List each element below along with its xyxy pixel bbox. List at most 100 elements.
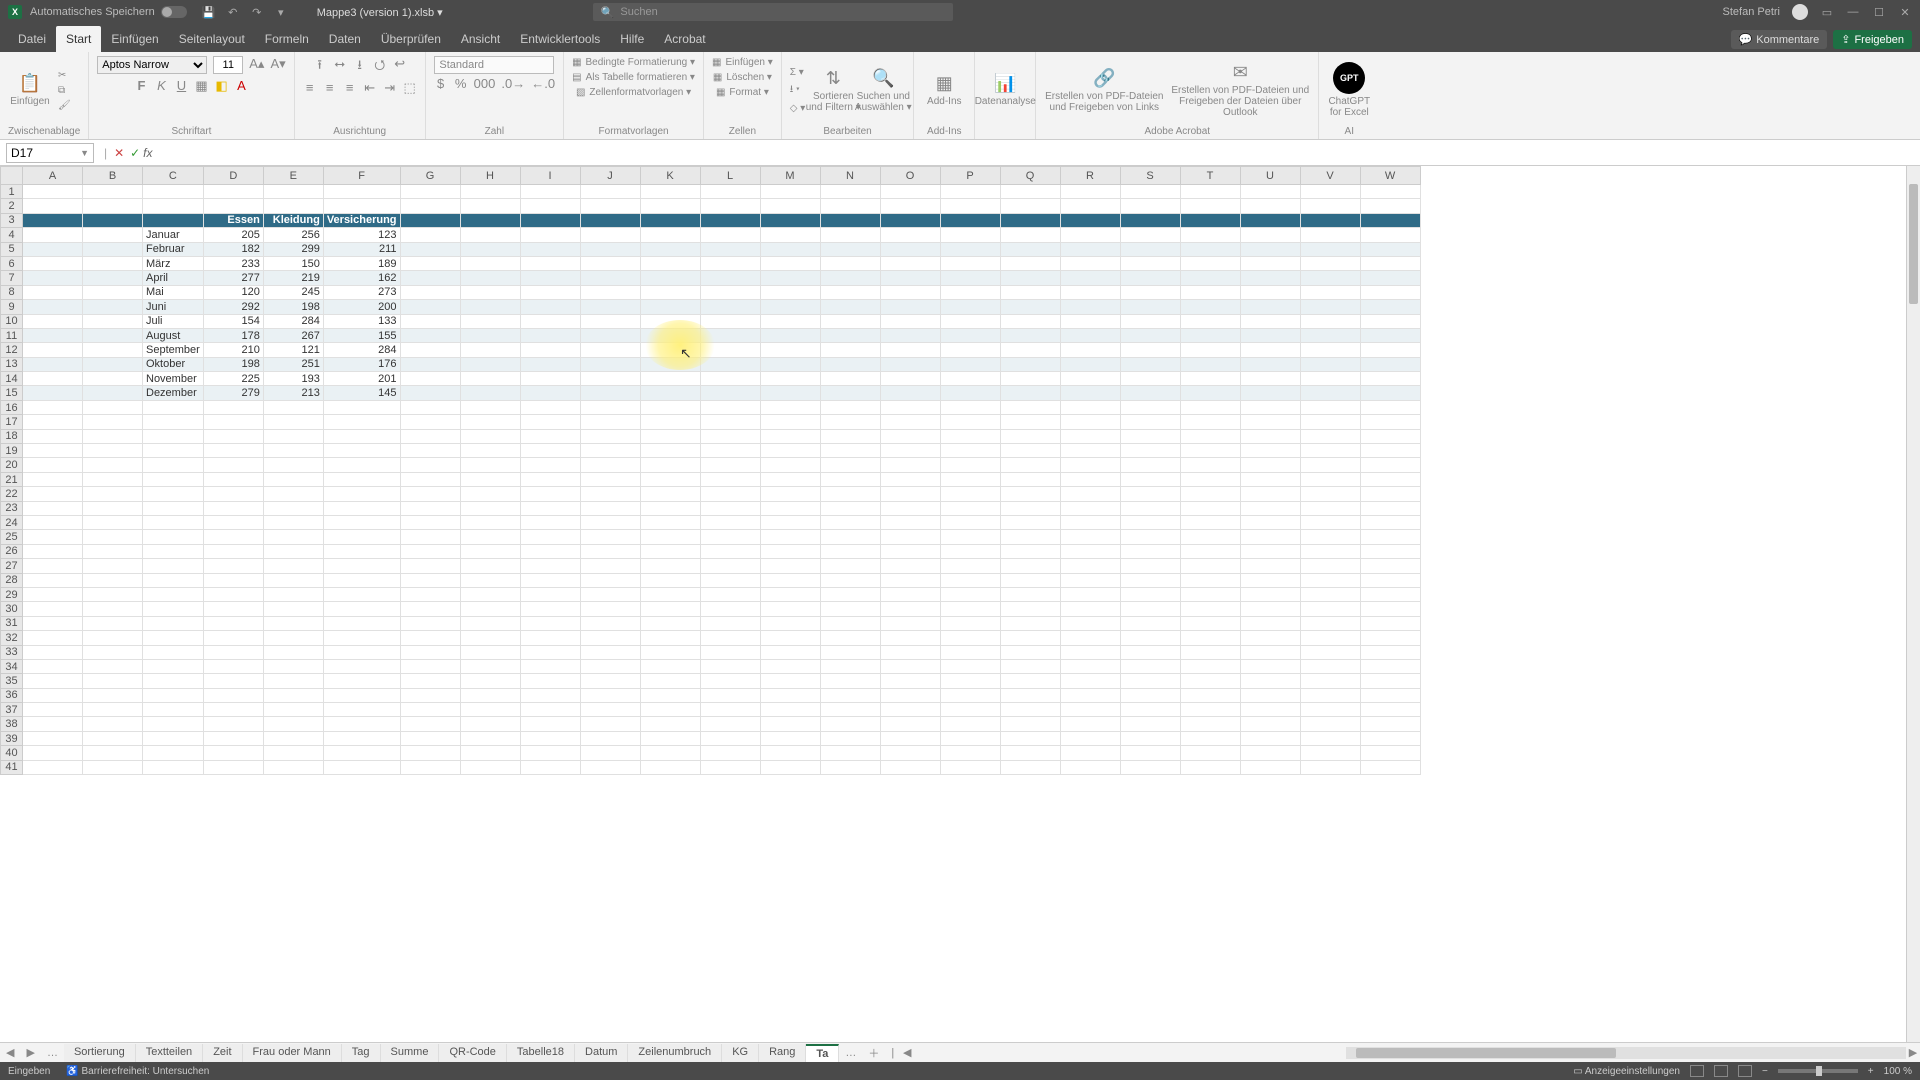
cell[interactable] bbox=[760, 271, 820, 285]
cell[interactable]: 178 bbox=[203, 328, 263, 342]
cell[interactable] bbox=[323, 415, 400, 429]
cell[interactable] bbox=[143, 472, 204, 486]
cell[interactable] bbox=[520, 199, 580, 213]
cell[interactable]: Mai bbox=[143, 285, 204, 299]
column-header[interactable]: S bbox=[1120, 167, 1180, 185]
cell[interactable] bbox=[760, 213, 820, 227]
cell[interactable] bbox=[1240, 199, 1300, 213]
cell[interactable] bbox=[640, 400, 700, 414]
cell[interactable] bbox=[23, 400, 83, 414]
cell[interactable] bbox=[143, 487, 204, 501]
column-header[interactable]: J bbox=[580, 167, 640, 185]
cell[interactable]: August bbox=[143, 328, 204, 342]
cell[interactable] bbox=[203, 544, 263, 558]
cell[interactable] bbox=[940, 674, 1000, 688]
cell[interactable] bbox=[760, 300, 820, 314]
cell[interactable] bbox=[1060, 415, 1120, 429]
cell[interactable] bbox=[1000, 645, 1060, 659]
cell[interactable] bbox=[1060, 357, 1120, 371]
cell[interactable]: Essen bbox=[203, 213, 263, 227]
cell[interactable] bbox=[1300, 573, 1360, 587]
cell[interactable] bbox=[1120, 674, 1180, 688]
cell[interactable] bbox=[820, 559, 880, 573]
cell[interactable] bbox=[323, 688, 400, 702]
cell[interactable] bbox=[1000, 501, 1060, 515]
cell[interactable] bbox=[400, 472, 460, 486]
cell[interactable]: Oktober bbox=[143, 357, 204, 371]
cell[interactable] bbox=[1060, 314, 1120, 328]
cell[interactable] bbox=[263, 760, 323, 774]
comments-button[interactable]: 💬 Kommentare bbox=[1731, 30, 1828, 49]
cell[interactable] bbox=[1120, 559, 1180, 573]
cell[interactable] bbox=[820, 372, 880, 386]
cell[interactable] bbox=[1000, 458, 1060, 472]
cell[interactable] bbox=[1120, 472, 1180, 486]
cell[interactable] bbox=[1300, 328, 1360, 342]
cell[interactable] bbox=[400, 501, 460, 515]
cell[interactable] bbox=[400, 271, 460, 285]
cell[interactable]: 277 bbox=[203, 271, 263, 285]
cell[interactable] bbox=[520, 343, 580, 357]
cell[interactable] bbox=[460, 415, 520, 429]
cell[interactable] bbox=[1000, 530, 1060, 544]
cell[interactable] bbox=[1180, 271, 1240, 285]
cell[interactable] bbox=[1180, 343, 1240, 357]
cell[interactable] bbox=[1180, 372, 1240, 386]
cell[interactable] bbox=[203, 717, 263, 731]
cell[interactable] bbox=[640, 372, 700, 386]
cell[interactable] bbox=[1360, 472, 1420, 486]
cell[interactable] bbox=[460, 458, 520, 472]
cell[interactable] bbox=[1180, 256, 1240, 270]
cell[interactable] bbox=[323, 674, 400, 688]
cell[interactable] bbox=[820, 544, 880, 558]
cell[interactable]: 155 bbox=[323, 328, 400, 342]
cell[interactable] bbox=[640, 703, 700, 717]
cell[interactable] bbox=[1180, 731, 1240, 745]
cell[interactable] bbox=[1060, 746, 1120, 760]
cell[interactable] bbox=[1300, 400, 1360, 414]
cell[interactable] bbox=[700, 602, 760, 616]
cell[interactable] bbox=[83, 674, 143, 688]
cell[interactable] bbox=[700, 645, 760, 659]
cell[interactable] bbox=[700, 357, 760, 371]
cell[interactable] bbox=[1360, 501, 1420, 515]
maximize-icon[interactable]: ☐ bbox=[1872, 6, 1886, 19]
cell[interactable] bbox=[1360, 674, 1420, 688]
decrease-decimal-icon[interactable]: ←.0 bbox=[531, 76, 555, 91]
cell[interactable] bbox=[1120, 487, 1180, 501]
cell[interactable] bbox=[1180, 242, 1240, 256]
cell[interactable] bbox=[460, 400, 520, 414]
user-avatar[interactable] bbox=[1792, 4, 1808, 20]
autosum-icon[interactable]: Σ ▾ bbox=[790, 66, 806, 79]
column-header[interactable]: U bbox=[1240, 167, 1300, 185]
cell[interactable] bbox=[1300, 760, 1360, 774]
cell[interactable] bbox=[400, 300, 460, 314]
cell[interactable] bbox=[1360, 328, 1420, 342]
cell[interactable] bbox=[1060, 429, 1120, 443]
cell[interactable] bbox=[203, 458, 263, 472]
cell[interactable] bbox=[700, 544, 760, 558]
cell[interactable] bbox=[1000, 746, 1060, 760]
cell[interactable] bbox=[400, 760, 460, 774]
cell[interactable] bbox=[23, 242, 83, 256]
cell[interactable] bbox=[1300, 645, 1360, 659]
cell[interactable]: 245 bbox=[263, 285, 323, 299]
cell[interactable] bbox=[1120, 328, 1180, 342]
cell[interactable] bbox=[880, 559, 940, 573]
cell[interactable] bbox=[880, 400, 940, 414]
column-header[interactable]: L bbox=[700, 167, 760, 185]
cell[interactable] bbox=[1000, 228, 1060, 242]
cell[interactable] bbox=[760, 242, 820, 256]
cell[interactable] bbox=[760, 429, 820, 443]
cell[interactable] bbox=[880, 746, 940, 760]
row-header[interactable]: 23 bbox=[1, 501, 23, 515]
tab-überprüfen[interactable]: Überprüfen bbox=[371, 26, 451, 52]
cell[interactable]: 133 bbox=[323, 314, 400, 328]
cell[interactable] bbox=[520, 530, 580, 544]
cell[interactable] bbox=[700, 415, 760, 429]
cell[interactable] bbox=[1180, 199, 1240, 213]
cell[interactable]: 205 bbox=[203, 228, 263, 242]
cell[interactable] bbox=[1060, 256, 1120, 270]
cell[interactable] bbox=[520, 760, 580, 774]
cell[interactable] bbox=[23, 760, 83, 774]
